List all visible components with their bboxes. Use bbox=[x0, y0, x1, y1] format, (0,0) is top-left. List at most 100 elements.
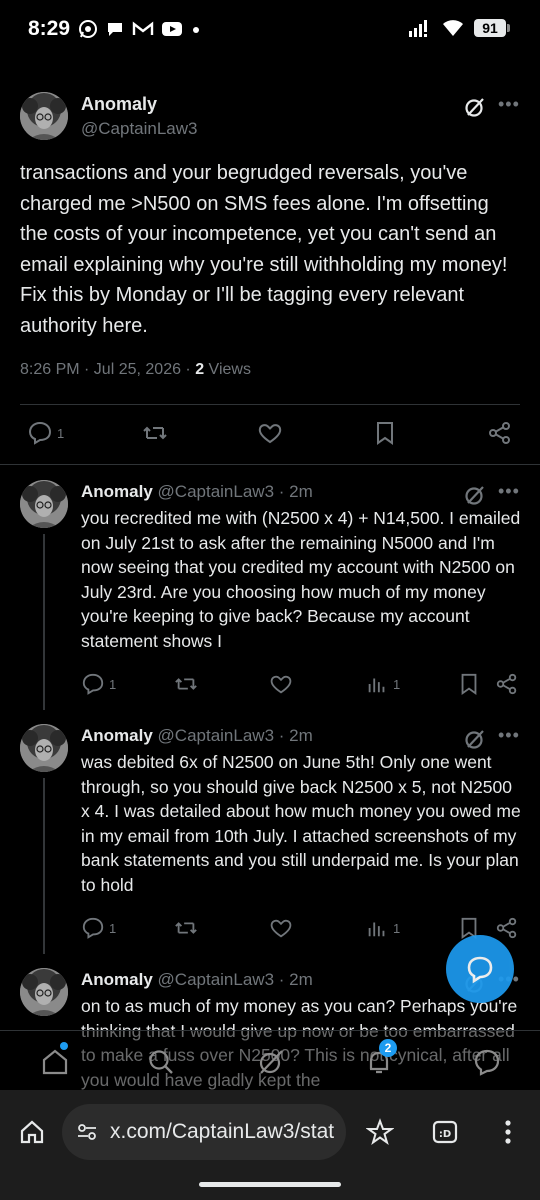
heart-icon bbox=[270, 919, 292, 938]
avatar[interactable] bbox=[20, 480, 68, 528]
share-icon bbox=[496, 917, 517, 939]
reply-count: 1 bbox=[109, 676, 117, 692]
reply-post[interactable]: Anomaly @CaptainLaw3 · 2m ••• you recred… bbox=[20, 480, 520, 710]
chat-bubble-icon bbox=[108, 23, 122, 36]
bookmark-button[interactable] bbox=[372, 420, 398, 446]
avatar[interactable] bbox=[20, 724, 68, 772]
battery-indicator: 91 bbox=[474, 19, 510, 37]
chat-bubble-icon bbox=[474, 1049, 500, 1076]
share-icon bbox=[496, 673, 517, 695]
more-options-icon[interactable]: ••• bbox=[498, 725, 520, 746]
reply-button[interactable]: 1 bbox=[81, 672, 116, 696]
url-text: x.com/CaptainLaw3/stat bbox=[110, 1120, 335, 1143]
like-button[interactable] bbox=[269, 672, 293, 696]
reply-header: Anomaly @CaptainLaw3 · 2m bbox=[81, 726, 313, 746]
main-post: Anomaly @CaptainLaw3 ••• transactions an… bbox=[20, 88, 520, 385]
avatar[interactable] bbox=[20, 968, 68, 1016]
share-button[interactable] bbox=[487, 420, 513, 446]
reply-button[interactable]: 1 bbox=[81, 916, 116, 940]
whatsapp-icon bbox=[79, 20, 97, 38]
grok-icon[interactable] bbox=[464, 96, 486, 118]
search-icon bbox=[149, 1050, 173, 1074]
address-bar[interactable]: x.com/CaptainLaw3/stat bbox=[62, 1104, 346, 1160]
grok-icon[interactable] bbox=[464, 728, 486, 750]
more-options-icon[interactable]: ••• bbox=[498, 481, 520, 502]
post-metadata: 8:26 PM · Jul 25, 2026 · 2 Views bbox=[20, 361, 520, 385]
nav-grok[interactable] bbox=[256, 1047, 286, 1082]
grok-icon[interactable] bbox=[464, 484, 486, 506]
status-bar: 8:29 91 bbox=[0, 0, 540, 60]
divider bbox=[0, 464, 540, 465]
share-icon bbox=[489, 422, 510, 444]
author-handle[interactable]: @CaptainLaw3 · 2m bbox=[158, 726, 313, 745]
analytics-icon bbox=[368, 678, 385, 693]
nav-notifications[interactable]: 2 bbox=[364, 1039, 397, 1082]
site-settings-icon[interactable] bbox=[76, 1121, 98, 1143]
reply-icon bbox=[28, 421, 52, 445]
main-post-actions: 1 bbox=[27, 420, 512, 450]
analytics-icon bbox=[368, 922, 385, 937]
tab-switcher-icon[interactable]: :D bbox=[431, 1118, 459, 1146]
author-name[interactable]: Anomaly bbox=[81, 970, 153, 989]
grok-icon bbox=[259, 1050, 283, 1074]
bookmark-star-icon[interactable] bbox=[366, 1118, 394, 1146]
bookmark-icon bbox=[377, 422, 393, 445]
views-button[interactable]: 1 bbox=[365, 916, 400, 940]
grok-chat-button[interactable] bbox=[446, 935, 514, 1003]
more-options-icon[interactable]: ••• bbox=[498, 94, 520, 115]
like-button[interactable] bbox=[269, 916, 293, 940]
main-post-header: Anomaly @CaptainLaw3 ••• bbox=[20, 88, 520, 144]
post-timestamp: 8:26 PM · Jul 25, 2026 · bbox=[20, 361, 196, 378]
repost-icon bbox=[175, 678, 197, 690]
repost-icon bbox=[175, 922, 197, 934]
author-name[interactable]: Anomaly bbox=[81, 94, 157, 115]
browser-toolbar: x.com/CaptainLaw3/stat :D bbox=[0, 1090, 540, 1200]
thread-line bbox=[43, 534, 45, 710]
thread-view[interactable]: Anomaly @CaptainLaw3 ••• transactions an… bbox=[0, 60, 540, 1090]
reply-text: you recredited me with (N2500 x 4) + N14… bbox=[81, 508, 521, 651]
youtube-icon bbox=[162, 22, 182, 36]
nav-messages[interactable] bbox=[472, 1047, 502, 1082]
heart-icon bbox=[258, 424, 282, 444]
bookmark-button[interactable] bbox=[457, 672, 481, 696]
views-count: 1 bbox=[393, 920, 401, 936]
author-name[interactable]: Anomaly bbox=[81, 482, 153, 501]
reply-icon bbox=[82, 673, 104, 695]
svg-text::D: :D bbox=[439, 1129, 451, 1140]
author-handle[interactable]: @CaptainLaw3 bbox=[81, 119, 198, 139]
repost-button[interactable] bbox=[142, 420, 168, 446]
chat-bubble-icon bbox=[467, 956, 493, 984]
nav-home[interactable] bbox=[40, 1042, 70, 1082]
wifi-icon bbox=[443, 20, 463, 36]
reply-header: Anomaly @CaptainLaw3 · 2m bbox=[81, 482, 313, 502]
like-button[interactable] bbox=[257, 420, 283, 446]
repost-icon bbox=[143, 426, 167, 440]
views-button[interactable]: 1 bbox=[365, 672, 400, 696]
author-handle[interactable]: @CaptainLaw3 · 2m bbox=[158, 482, 313, 501]
author-name[interactable]: Anomaly bbox=[81, 726, 153, 745]
reply-icon bbox=[82, 917, 104, 939]
reply-button[interactable]: 1 bbox=[27, 420, 64, 446]
heart-icon bbox=[270, 675, 292, 694]
home-icon bbox=[42, 1049, 68, 1075]
signal-icon bbox=[409, 20, 427, 37]
author-handle[interactable]: @CaptainLaw3 · 2m bbox=[158, 970, 313, 989]
bottom-navigation: 2 bbox=[0, 1030, 540, 1090]
avatar[interactable] bbox=[20, 92, 68, 140]
reply-post[interactable]: Anomaly @CaptainLaw3 · 2m ••• was debite… bbox=[20, 724, 521, 954]
divider bbox=[20, 404, 520, 405]
more-notifications-dot-icon bbox=[193, 27, 199, 33]
nav-search[interactable] bbox=[146, 1047, 176, 1082]
bookmark-icon bbox=[461, 673, 477, 696]
share-button[interactable] bbox=[495, 672, 519, 696]
reply-count: 1 bbox=[109, 920, 117, 936]
browser-home-icon[interactable] bbox=[18, 1118, 46, 1146]
repost-button[interactable] bbox=[174, 916, 198, 940]
reply-header: Anomaly @CaptainLaw3 · 2m bbox=[81, 970, 313, 990]
thread-line bbox=[43, 778, 45, 954]
browser-menu-icon[interactable] bbox=[498, 1118, 518, 1146]
post-text: transactions and your begrudged reversal… bbox=[20, 162, 508, 337]
share-button[interactable] bbox=[495, 916, 519, 940]
gesture-home-bar[interactable] bbox=[199, 1182, 341, 1187]
repost-button[interactable] bbox=[174, 672, 198, 696]
